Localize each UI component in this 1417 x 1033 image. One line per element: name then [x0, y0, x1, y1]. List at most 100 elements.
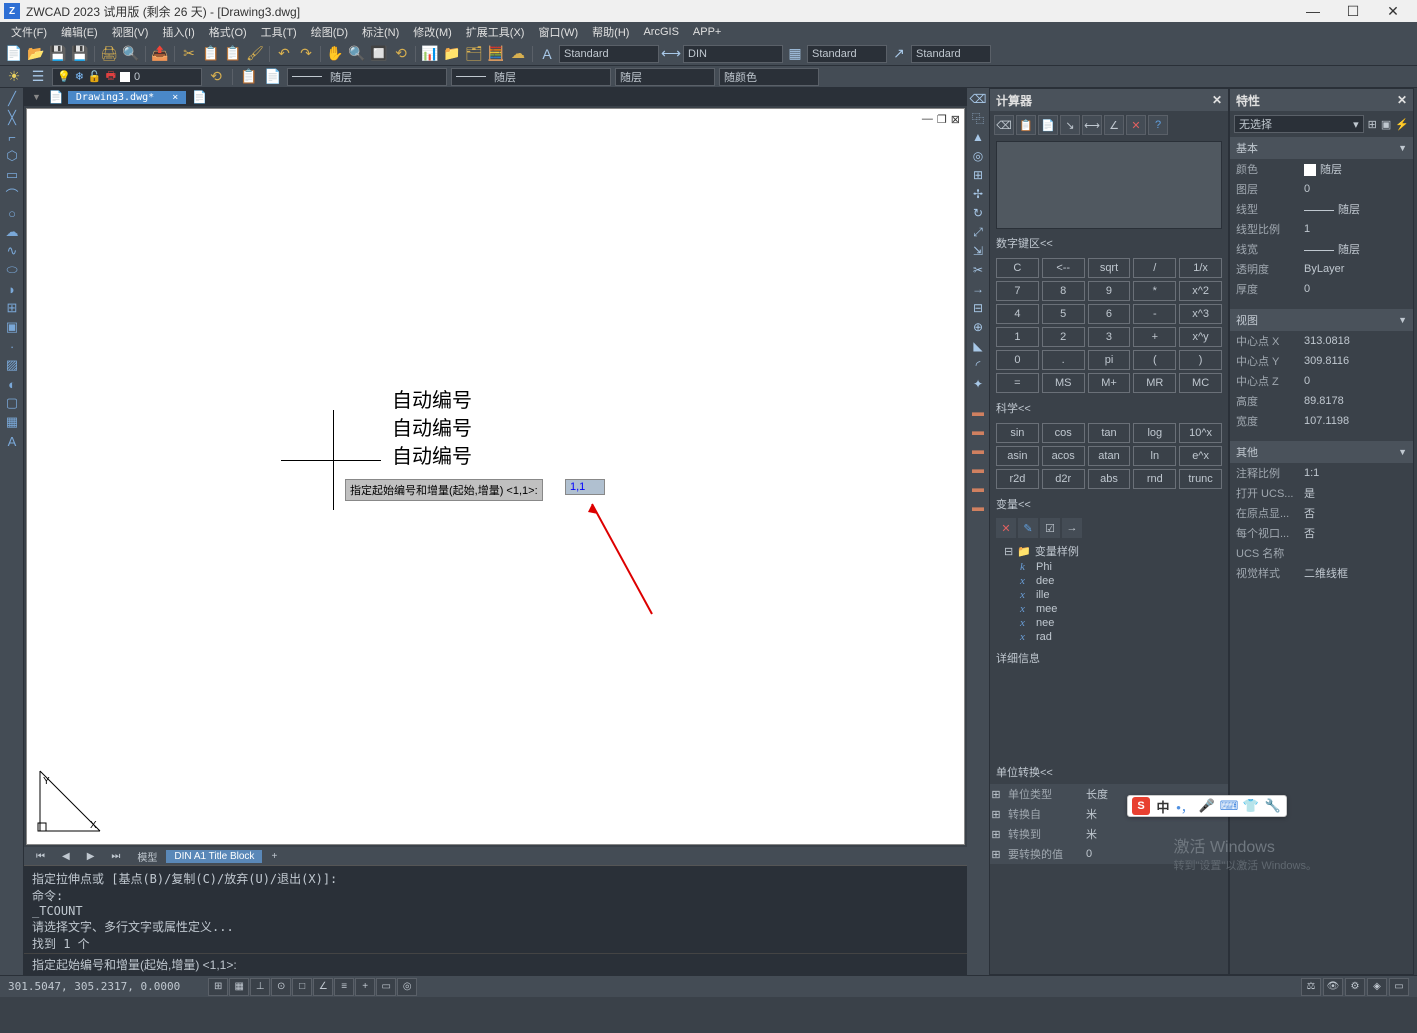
draworder1-icon[interactable]: ▬ [969, 403, 987, 421]
menu-n[interactable]: 标注(N) [355, 24, 406, 40]
chamfer-icon[interactable]: ◣ [969, 337, 987, 355]
prop-row[interactable]: 线型随层 [1230, 199, 1413, 219]
rect-icon[interactable]: ▭ [2, 166, 22, 184]
props-icon[interactable]: 📊 [420, 44, 440, 64]
saveall-icon[interactable]: 💾 [70, 44, 90, 64]
calc-key-0[interactable]: 0 [996, 350, 1039, 370]
table-icon[interactable]: ▦ [2, 413, 22, 431]
ime-skin-icon[interactable]: 👕 [1242, 797, 1260, 815]
calc-key-MC[interactable]: MC [1179, 373, 1222, 393]
menu-v[interactable]: 视图(V) [105, 24, 156, 40]
calc-dist-icon[interactable]: ⟷ [1082, 115, 1102, 135]
revcloud-icon[interactable]: ☁ [2, 223, 22, 241]
ime-voice-icon[interactable]: 🎤 [1198, 797, 1216, 815]
layer-combo[interactable]: 💡❄🔓🖶 0 [52, 68, 202, 86]
calc-display[interactable] [996, 141, 1222, 229]
layer-sun-icon[interactable]: ☀ [4, 67, 24, 87]
calc-key-pi[interactable]: pi [1088, 350, 1131, 370]
hatch-icon[interactable]: ▨ [2, 356, 22, 374]
calc-unit-header[interactable]: 单位转换<< [990, 760, 1228, 784]
zoom-icon[interactable]: 🔍 [347, 44, 367, 64]
publish-icon[interactable]: 📤 [150, 44, 170, 64]
paste-icon[interactable]: 📋 [223, 44, 243, 64]
calc-help-icon[interactable]: ? [1148, 115, 1168, 135]
layer-prev-icon[interactable]: ⟲ [206, 67, 226, 87]
calc-sci-ln[interactable]: ln [1133, 446, 1176, 466]
calc-key-2[interactable]: 2 [1042, 327, 1085, 347]
pline-icon[interactable]: ⌐ [2, 128, 22, 146]
calc-key-4[interactable]: 4 [996, 304, 1039, 324]
dimstyle-combo[interactable]: DIN [683, 45, 783, 63]
calc-key-1[interactable]: 1 [996, 327, 1039, 347]
spline-icon[interactable]: ∿ [2, 242, 22, 260]
calc-sci-abs[interactable]: abs [1088, 469, 1131, 489]
open-icon[interactable]: 📂 [26, 44, 46, 64]
draworder6-icon[interactable]: ▬ [969, 498, 987, 516]
zoomwin-icon[interactable]: 🔲 [369, 44, 389, 64]
grid-toggle[interactable]: ▦ [229, 978, 249, 996]
model-tab[interactable]: 模型 [129, 848, 165, 865]
calc-key-.[interactable]: . [1042, 350, 1085, 370]
calc-sci-10^x[interactable]: 10^x [1179, 423, 1222, 443]
canvas-close-icon[interactable]: ⊠ [951, 113, 960, 126]
ime-punct-icon[interactable]: •， [1176, 797, 1194, 815]
cycle-toggle[interactable]: ◎ [397, 978, 417, 996]
calc-key-=[interactable]: = [996, 373, 1039, 393]
calc-key-x^y[interactable]: x^y [1179, 327, 1222, 347]
layout-nav-first[interactable]: ⏮ [28, 850, 53, 863]
model-toggle[interactable]: ▭ [376, 978, 396, 996]
draworder3-icon[interactable]: ▬ [969, 441, 987, 459]
calc-close-icon[interactable]: ✕ [1212, 93, 1222, 107]
gradient-icon[interactable]: ◐ [2, 375, 22, 393]
new-icon[interactable]: 📄 [4, 44, 24, 64]
prop-row[interactable]: 每个视口...否 [1230, 523, 1413, 543]
prop-row[interactable]: 线宽随层 [1230, 239, 1413, 259]
osnap-toggle[interactable]: □ [292, 978, 312, 996]
ime-tool-icon[interactable]: 🔧 [1264, 797, 1282, 815]
calc-numpad-header[interactable]: 数字键区<< [990, 231, 1228, 255]
menu-d[interactable]: 绘图(D) [304, 24, 355, 40]
menu-e[interactable]: 编辑(E) [54, 24, 105, 40]
var-new-icon[interactable]: ✕ [996, 518, 1016, 538]
ime-keyboard-icon[interactable]: ⌨ [1220, 797, 1238, 815]
variable-tree[interactable]: ⊟📁变量样例 kPhixdeexillexmeexneexrad [990, 540, 1228, 646]
ellipse-icon[interactable]: ⬭ [2, 261, 22, 279]
calc-key-5[interactable]: 5 [1042, 304, 1085, 324]
array-icon[interactable]: ⊞ [969, 166, 987, 184]
layout-tab-1[interactable]: DIN A1 Title Block [166, 850, 262, 863]
plotstyle-combo[interactable]: 随层 [615, 68, 715, 86]
canvas-minimize-icon[interactable]: — [922, 113, 933, 126]
calc-sci-cos[interactable]: cos [1042, 423, 1085, 443]
new-tab-icon[interactable]: 📄 [188, 90, 211, 104]
match-icon[interactable]: 🖌 [245, 44, 265, 64]
menu-i[interactable]: 插入(I) [155, 24, 201, 40]
xline-icon[interactable]: ╳ [2, 109, 22, 127]
calc-key-*[interactable]: * [1133, 281, 1176, 301]
menu-w[interactable]: 窗口(W) [531, 24, 585, 40]
move-icon[interactable]: ✢ [969, 185, 987, 203]
menu-arcgis[interactable]: ArcGIS [636, 26, 685, 38]
calc-sci-header[interactable]: 科学<< [990, 396, 1228, 420]
layout-nav-prev[interactable]: ◀ [54, 850, 78, 863]
polar-toggle[interactable]: ⊙ [271, 978, 291, 996]
calc-key-<--[interactable]: <-- [1042, 258, 1085, 278]
calc-sci-e^x[interactable]: e^x [1179, 446, 1222, 466]
prop-section-基本[interactable]: 基本▼ [1230, 137, 1413, 159]
menu-x[interactable]: 扩展工具(X) [459, 24, 532, 40]
layout-nav-last[interactable]: ⏭ [103, 850, 128, 863]
calc-sci-trunc[interactable]: trunc [1179, 469, 1222, 489]
calc-key-C[interactable]: C [996, 258, 1039, 278]
ellipsearc-icon[interactable]: ◗ [2, 280, 22, 298]
var-ille[interactable]: xille [996, 588, 1222, 602]
erase-icon[interactable]: ⌫ [969, 90, 987, 108]
calc-key-x^3[interactable]: x^3 [1179, 304, 1222, 324]
arc-icon[interactable]: ⌒ [2, 185, 22, 203]
color-combo[interactable]: 随颜色 [719, 68, 819, 86]
var-dee[interactable]: xdee [996, 574, 1222, 588]
tab-dropdown-icon[interactable]: ▼ [28, 92, 45, 102]
layer-mgr-icon[interactable]: ☰ [28, 67, 48, 87]
var-send-icon[interactable]: → [1062, 518, 1082, 538]
dimstyle-icon[interactable]: ⟷ [661, 44, 681, 64]
mleaderstyle-combo[interactable]: Standard [911, 45, 991, 63]
zoomprev-icon[interactable]: ⟲ [391, 44, 411, 64]
